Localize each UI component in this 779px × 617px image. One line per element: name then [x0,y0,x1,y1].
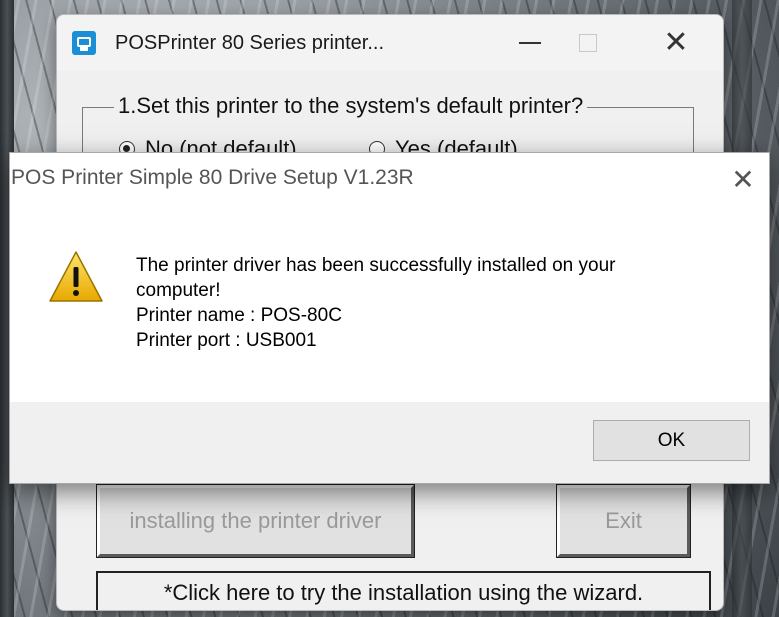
close-icon: ✕ [663,26,689,59]
printer-name-line: Printer name : POS-80C [136,305,342,326]
default-printer-question: 1.Set this printer to the system's defau… [114,93,588,119]
dialog-footer: OK [10,402,769,483]
printer-port-line: Printer port : USB001 [136,330,317,351]
dialog-titlebar[interactable]: POS Printer Simple 80 Drive Setup V1.23R… [10,153,769,205]
installer-close-button[interactable]: ✕ [653,25,699,61]
message-line: computer! [136,280,221,301]
minimize-button[interactable] [507,25,553,61]
success-message-dialog: POS Printer Simple 80 Drive Setup V1.23R… [9,152,770,484]
install-driver-button[interactable]: installing the printer driver [96,484,415,558]
printer-app-icon [72,31,96,55]
installer-titlebar[interactable]: POSPrinter 80 Series printer... ✕ [57,15,723,71]
dialog-title: POS Printer Simple 80 Drive Setup V1.23R [11,166,414,189]
wizard-install-button[interactable]: *Click here to try the installation usin… [96,571,711,610]
ok-button[interactable]: OK [593,420,750,461]
minimize-icon [519,42,541,44]
message-line: The printer driver has been successfully… [136,255,616,276]
maximize-button [565,25,611,61]
warning-icon [49,251,103,302]
exit-button[interactable]: Exit [556,484,691,558]
dialog-message: The printer driver has been successfully… [136,253,736,353]
maximize-icon [579,34,597,52]
dialog-close-button[interactable]: ✕ [723,159,763,199]
close-icon: ✕ [731,163,755,195]
installer-window-title: POSPrinter 80 Series printer... [115,32,385,54]
